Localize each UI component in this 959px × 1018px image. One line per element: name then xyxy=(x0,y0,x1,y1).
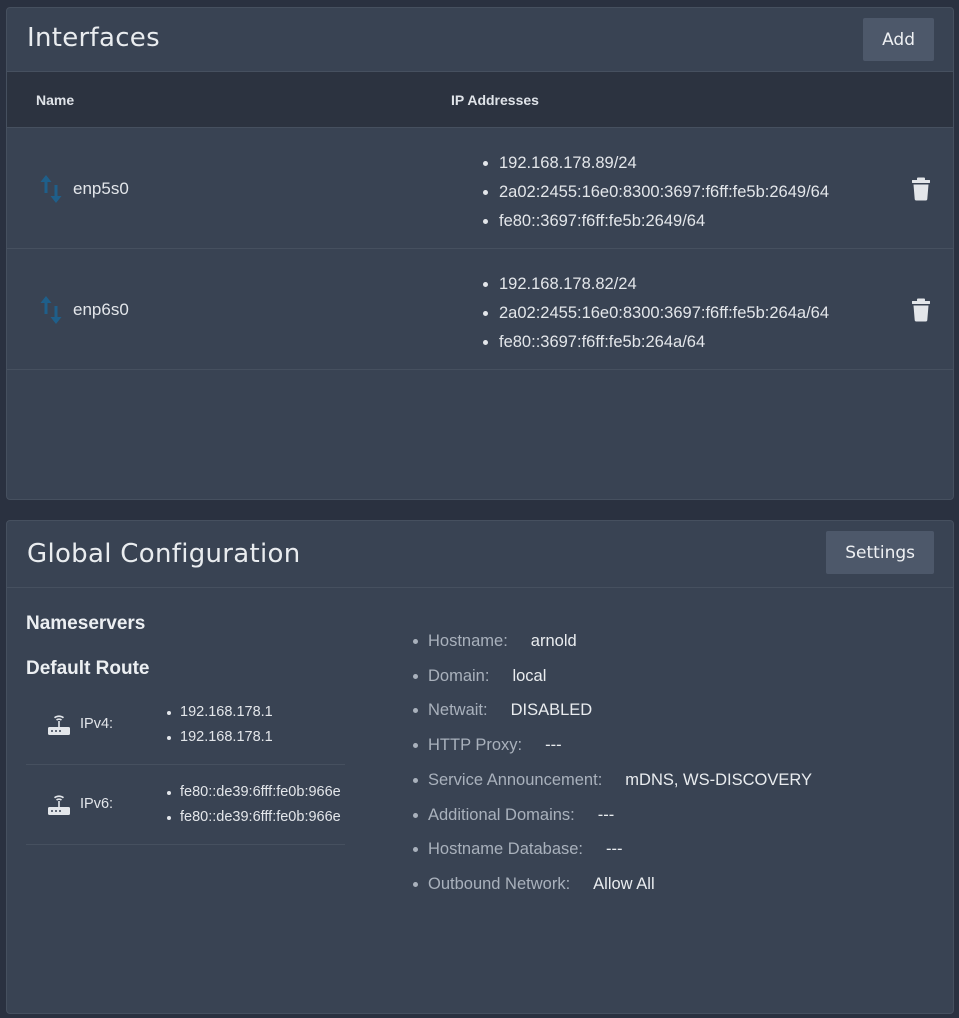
setting-http-proxy: HTTP Proxy: --- xyxy=(413,728,812,763)
interfaces-header: Interfaces Add xyxy=(7,8,953,72)
interfaces-card: Interfaces Add Name IP Addresses enp5s0 … xyxy=(6,7,954,500)
ip-address: 192.168.178.89/24 xyxy=(483,149,829,178)
ip-address: fe80::3697:f6ff:fe5b:2649/64 xyxy=(483,207,829,236)
setting-hostname: Hostname: arnold xyxy=(413,624,812,659)
route-label-ipv6: IPv6: xyxy=(80,796,114,812)
ip-address: 192.168.178.82/24 xyxy=(483,270,829,299)
settings-button[interactable]: Settings xyxy=(826,531,934,574)
default-route-heading: Default Route xyxy=(26,658,150,679)
global-configuration-card: Global Configuration Settings Nameserver… xyxy=(6,520,954,1014)
ip-address: 2a02:2455:16e0:8300:3697:f6ff:fe5b:2649/… xyxy=(483,178,829,207)
setting-value: local xyxy=(512,666,547,685)
setting-key: HTTP Proxy: xyxy=(428,736,523,755)
interface-row-enp5s0[interactable]: enp5s0 192.168.178.89/24 2a02:2455:16e0:… xyxy=(7,128,953,249)
route-value: fe80::de39:6fff:fe0b:966e xyxy=(167,805,341,830)
add-interface-button[interactable]: Add xyxy=(863,18,934,61)
setting-key: Service Announcement: xyxy=(428,770,603,789)
interfaces-table-header: Name IP Addresses xyxy=(7,72,953,128)
setting-value: mDNS, WS-DISCOVERY xyxy=(625,770,812,789)
route-value-list: fe80::de39:6fff:fe0b:966e fe80::de39:6ff… xyxy=(167,780,341,830)
swap-vertical-icon xyxy=(40,296,62,324)
setting-value: Allow All xyxy=(593,874,655,893)
route-value: 192.168.178.1 xyxy=(167,700,273,725)
setting-value: arnold xyxy=(530,632,577,650)
route-label-ipv4: IPv4: xyxy=(80,716,114,732)
nameservers-heading: Nameservers xyxy=(26,613,146,634)
setting-key: Hostname Database: xyxy=(428,840,584,859)
interfaces-title: Interfaces xyxy=(27,23,160,53)
setting-key: Netwait: xyxy=(428,701,488,720)
ip-address-list: 192.168.178.82/24 2a02:2455:16e0:8300:36… xyxy=(483,270,829,357)
interface-name: enp5s0 xyxy=(73,179,129,198)
swap-vertical-icon xyxy=(40,175,62,203)
route-value: fe80::de39:6fff:fe0b:966e xyxy=(167,780,341,805)
setting-value: --- xyxy=(606,840,623,859)
setting-value: --- xyxy=(597,805,615,824)
setting-key: Domain: xyxy=(428,666,490,685)
setting-key: Outbound Network: xyxy=(428,874,571,893)
setting-additional-domains: Additional Domains: --- xyxy=(413,798,812,833)
setting-domain: Domain: local xyxy=(413,659,812,694)
interface-name: enp6s0 xyxy=(73,300,129,319)
setting-key: Additional Domains: xyxy=(428,805,575,824)
default-route-ipv6: IPv6: fe80::de39:6fff:fe0b:966e fe80::de… xyxy=(26,765,345,845)
ip-address: fe80::3697:f6ff:fe5b:264a/64 xyxy=(483,328,829,357)
route-value: 192.168.178.1 xyxy=(167,725,273,750)
setting-hostname-database: Hostname Database: --- xyxy=(413,832,812,867)
global-configuration-header: Global Configuration Settings xyxy=(7,521,953,588)
setting-value: DISABLED xyxy=(510,701,593,720)
setting-key: Hostname: xyxy=(428,632,508,650)
column-header-ip-addresses[interactable]: IP Addresses xyxy=(451,92,539,108)
router-wireless-icon xyxy=(48,795,70,815)
setting-service-announcement: Service Announcement: mDNS, WS-DISCOVERY xyxy=(413,763,812,798)
trash-icon[interactable] xyxy=(911,177,931,201)
ip-address-list: 192.168.178.89/24 2a02:2455:16e0:8300:36… xyxy=(483,149,829,236)
column-header-name[interactable]: Name xyxy=(36,92,74,108)
global-configuration-title: Global Configuration xyxy=(27,539,301,569)
default-route-ipv4: IPv4: 192.168.178.1 192.168.178.1 xyxy=(26,685,345,765)
global-settings-list: Hostname: arnold Domain: local Netwait: DIS… xyxy=(413,624,812,902)
router-wireless-icon xyxy=(48,715,70,735)
setting-outbound-network: Outbound Network: Allow All xyxy=(413,867,812,902)
route-value-list: 192.168.178.1 192.168.178.1 xyxy=(167,700,273,750)
interface-row-enp6s0[interactable]: enp6s0 192.168.178.82/24 2a02:2455:16e0:… xyxy=(7,249,953,370)
ip-address: 2a02:2455:16e0:8300:3697:f6ff:fe5b:264a/… xyxy=(483,299,829,328)
setting-netwait: Netwait: DISABLED xyxy=(413,693,812,728)
trash-icon[interactable] xyxy=(911,298,931,322)
setting-value: --- xyxy=(545,736,562,755)
